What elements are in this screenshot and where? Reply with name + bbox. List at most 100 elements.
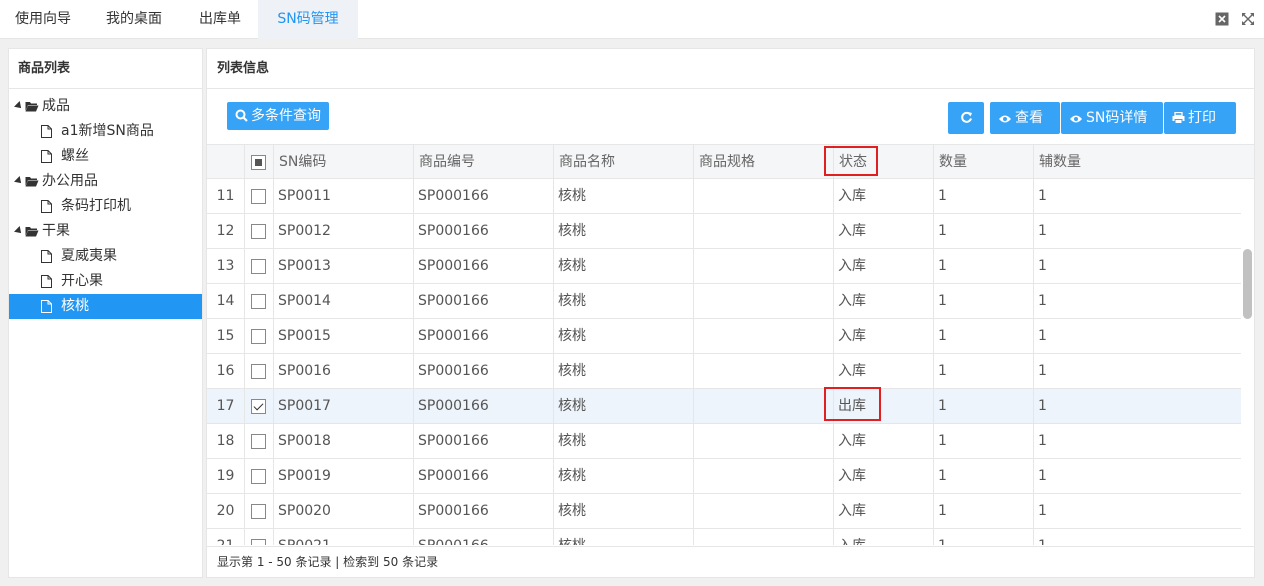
tree-item[interactable]: 核桃	[9, 294, 202, 319]
cell-code: SP000166	[418, 503, 489, 519]
tab-desktop[interactable]: 我的桌面	[86, 0, 182, 39]
tree-item[interactable]: a1新增SN商品	[9, 119, 202, 144]
cell-qty: 1	[938, 529, 947, 545]
table-row[interactable]: 18 SP0018 SP000166 核桃 入库 1 1	[207, 424, 1242, 459]
table-row[interactable]: 15 SP0015 SP000166 核桃 入库 1 1	[207, 319, 1242, 354]
sn-detail-button[interactable]: SN码详情	[1061, 102, 1163, 134]
column-divider	[553, 284, 554, 318]
cell-name: 核桃	[558, 468, 586, 484]
scrollbar-thumb[interactable]	[1243, 249, 1252, 319]
row-number: 13	[216, 258, 235, 274]
refresh-button[interactable]	[948, 102, 984, 134]
cell-aux-qty: 1	[1038, 468, 1047, 484]
row-number: 14	[216, 293, 235, 309]
column-divider	[833, 494, 834, 528]
tab-sn-management[interactable]: SN码管理	[258, 0, 358, 39]
select-all-checkbox[interactable]	[251, 155, 266, 170]
cell-aux-qty: 1	[1038, 293, 1047, 309]
view-label: 查看	[1015, 110, 1043, 126]
table-row[interactable]: 16 SP0016 SP000166 核桃 入库 1 1	[207, 354, 1242, 389]
tree-item[interactable]: 夏威夷果	[9, 244, 202, 269]
column-divider	[1033, 354, 1034, 388]
cell-code: SP000166	[418, 223, 489, 239]
column-divider	[933, 459, 934, 493]
vertical-scrollbar[interactable]	[1241, 179, 1254, 545]
column-header-name[interactable]: 商品名称	[559, 145, 615, 179]
cell-qty: 1	[938, 223, 947, 239]
view-button[interactable]: 查看	[990, 102, 1060, 134]
print-button[interactable]: 打印	[1164, 102, 1236, 134]
column-divider	[273, 494, 274, 528]
row-checkbox[interactable]	[251, 539, 266, 545]
expand-icon[interactable]	[1241, 12, 1255, 26]
tree-item[interactable]: 开心果	[9, 269, 202, 294]
row-checkbox[interactable]	[251, 504, 266, 519]
cell-qty: 1	[938, 328, 947, 344]
expand-arrow-icon[interactable]	[14, 226, 24, 236]
row-checkbox[interactable]	[251, 224, 266, 239]
tree-folder[interactable]: 办公用品	[9, 169, 202, 194]
tree-folder-label: 办公用品	[42, 173, 98, 189]
column-divider	[933, 214, 934, 248]
cell-aux-qty: 1	[1038, 529, 1047, 545]
column-divider	[244, 214, 245, 248]
column-header-sn[interactable]: SN编码	[279, 145, 326, 179]
column-header-spec[interactable]: 商品规格	[699, 145, 755, 179]
close-box-icon[interactable]	[1215, 12, 1229, 26]
table-row[interactable]: 13 SP0013 SP000166 核桃 入库 1 1	[207, 249, 1242, 284]
table-row[interactable]: 11 SP0011 SP000166 核桃 入库 1 1	[207, 179, 1242, 214]
column-divider	[273, 459, 274, 493]
row-checkbox[interactable]	[251, 364, 266, 379]
column-header-aux-qty[interactable]: 辅数量	[1039, 145, 1081, 179]
table-row[interactable]: 20 SP0020 SP000166 核桃 入库 1 1	[207, 494, 1242, 529]
table-row[interactable]: 17 SP0017 SP000166 核桃 出库 1 1	[207, 389, 1242, 424]
tree-folder[interactable]: 干果	[9, 219, 202, 244]
table-row[interactable]: 12 SP0012 SP000166 核桃 入库 1 1	[207, 214, 1242, 249]
column-divider	[413, 494, 414, 528]
row-number: 19	[216, 468, 235, 484]
column-divider	[933, 424, 934, 458]
column-divider	[553, 145, 554, 179]
table-row[interactable]: 19 SP0019 SP000166 核桃 入库 1 1	[207, 459, 1242, 494]
tree-item-label: 核桃	[61, 298, 89, 314]
cell-name: 核桃	[558, 258, 586, 274]
row-checkbox[interactable]	[251, 294, 266, 309]
column-header-qty[interactable]: 数量	[939, 145, 967, 179]
cell-code: SP000166	[418, 529, 489, 545]
pagination-info: 显示第 1 - 50 条记录 | 检索到 50 条记录	[207, 546, 1254, 577]
cell-name: 核桃	[558, 503, 586, 519]
row-checkbox[interactable]	[251, 329, 266, 344]
table-row[interactable]: 21 SP0021 SP000166 核桃 入库 1 1	[207, 529, 1242, 545]
row-checkbox[interactable]	[251, 189, 266, 204]
cell-status: 入库	[838, 293, 866, 309]
multi-query-button[interactable]: 多条件查询	[227, 102, 329, 130]
row-checkbox[interactable]	[251, 399, 266, 414]
column-divider	[693, 459, 694, 493]
cell-aux-qty: 1	[1038, 433, 1047, 449]
status-out-highlight	[824, 387, 881, 421]
cell-qty: 1	[938, 503, 947, 519]
row-number: 11	[216, 188, 235, 204]
column-divider	[553, 459, 554, 493]
column-divider	[933, 284, 934, 318]
cell-code: SP000166	[418, 293, 489, 309]
row-checkbox[interactable]	[251, 259, 266, 274]
print-label: 打印	[1188, 110, 1216, 126]
row-checkbox[interactable]	[251, 434, 266, 449]
cell-qty: 1	[938, 258, 947, 274]
row-checkbox[interactable]	[251, 469, 266, 484]
expand-arrow-icon[interactable]	[14, 176, 24, 186]
column-divider	[693, 284, 694, 318]
column-divider	[1033, 319, 1034, 353]
table-row[interactable]: 14 SP0014 SP000166 核桃 入库 1 1	[207, 284, 1242, 319]
tab-outbound[interactable]: 出库单	[182, 0, 258, 39]
expand-arrow-icon[interactable]	[14, 101, 24, 111]
tree-folder[interactable]: 成品	[9, 94, 202, 119]
tree-item[interactable]: 条码打印机	[9, 194, 202, 219]
tab-guide[interactable]: 使用向导	[0, 0, 86, 39]
column-header-code[interactable]: 商品编号	[419, 145, 475, 179]
tree-folder-label: 干果	[42, 223, 70, 239]
folder-open-icon	[25, 227, 39, 237]
tree-item-label: a1新增SN商品	[61, 123, 154, 139]
tree-item[interactable]: 螺丝	[9, 144, 202, 169]
